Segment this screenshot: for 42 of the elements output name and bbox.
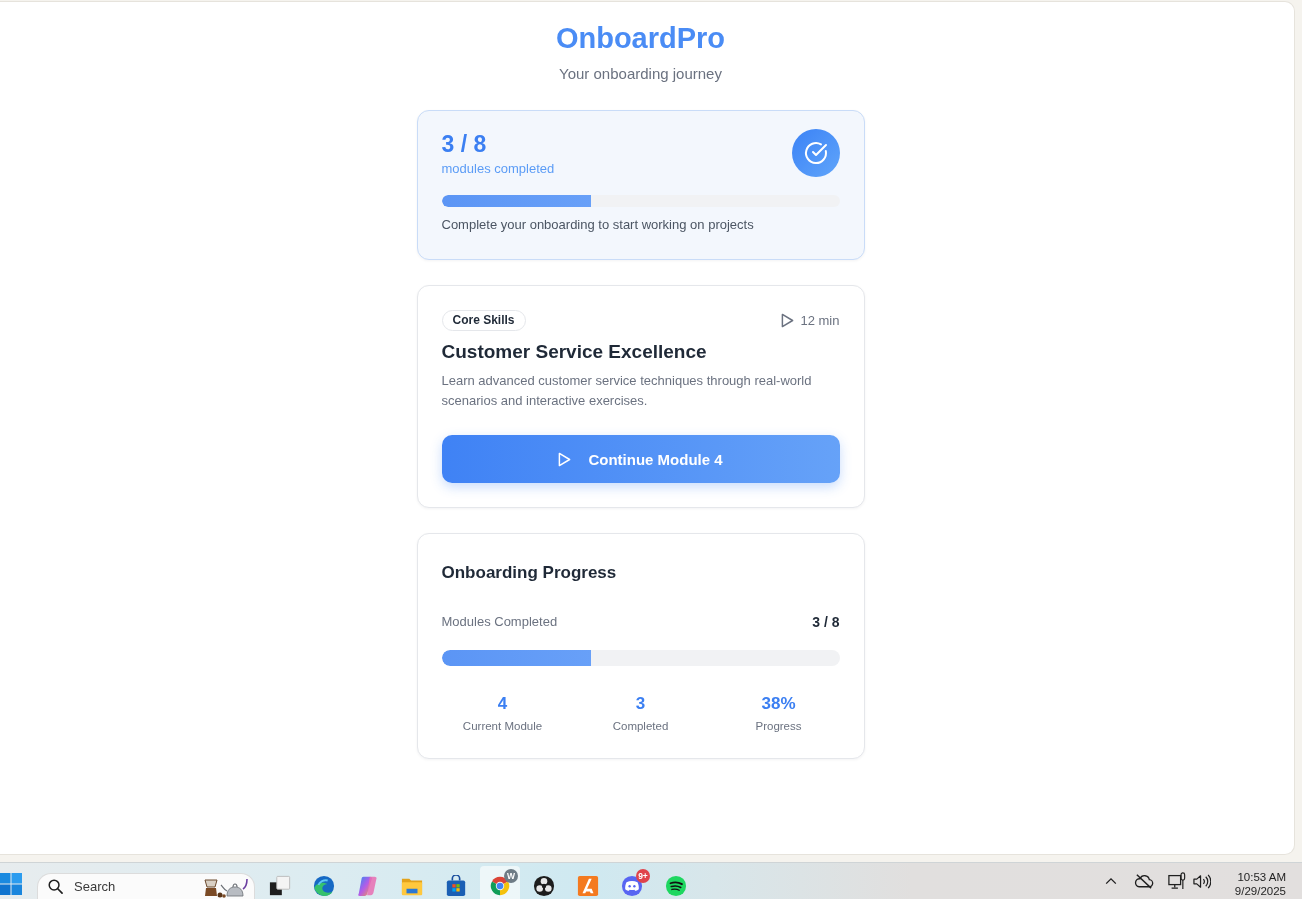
three-circles-icon: [533, 875, 555, 897]
task-view-icon: [269, 875, 291, 897]
parallelogram-icon: [357, 875, 379, 897]
progress-label: Modules Completed: [441, 613, 558, 631]
shopping-bag-icon: [445, 875, 467, 897]
continue-button[interactable]: Continue Module 4: [441, 435, 840, 483]
monitor-icon[interactable]: [1167, 872, 1186, 890]
taskbar-button[interactable]: 9+: [612, 866, 652, 899]
notification-badge: W: [504, 869, 518, 883]
progress-value: 3 / 8: [812, 613, 840, 632]
progress-title: Onboarding Progress: [441, 562, 618, 584]
cloud-off-icon[interactable]: [1133, 873, 1154, 889]
play-icon: [781, 313, 795, 328]
stat-value: 4: [497, 693, 508, 715]
completed-caption: modules completed: [441, 160, 555, 178]
clock-date[interactable]: 9/29/2025: [1234, 884, 1286, 898]
duration-text: 12 min: [800, 311, 840, 330]
stat-value: 3: [635, 693, 646, 715]
search-field[interactable]: Search: [37, 873, 255, 899]
clock-time[interactable]: 10:53 AM: [1237, 870, 1286, 884]
play-icon: [558, 451, 572, 467]
module-description: Learn advanced customer service techniques through real-world scenarios and interactive exercises.: [441, 372, 813, 410]
volume-icon[interactable]: [1191, 872, 1211, 890]
app-tile-icon: [577, 875, 599, 897]
check-circle-icon: [791, 129, 840, 177]
swirl-circle-icon: [313, 875, 335, 897]
stat-label: Completed: [612, 719, 669, 734]
category-tag: Core Skills: [441, 310, 526, 331]
summary-note: Complete your onboarding to start working on projects: [441, 216, 755, 234]
stat-label: Progress: [755, 719, 802, 734]
stat-label: Current Module: [462, 719, 543, 734]
taskbar-button[interactable]: W: [480, 866, 520, 899]
app-title: OnboardPro: [554, 21, 727, 55]
coffee-illustration: [203, 876, 249, 898]
search-icon: [48, 879, 63, 894]
module-title: Customer Service Excellence: [441, 340, 708, 364]
app-subtitle: Your onboarding journey: [558, 64, 723, 84]
notification-badge: 9+: [636, 869, 650, 883]
stat-value: 38%: [761, 693, 796, 715]
start-icon[interactable]: [0, 873, 22, 895]
completed-count: 3 / 8: [441, 130, 488, 158]
sound-arcs-icon: [665, 875, 687, 897]
